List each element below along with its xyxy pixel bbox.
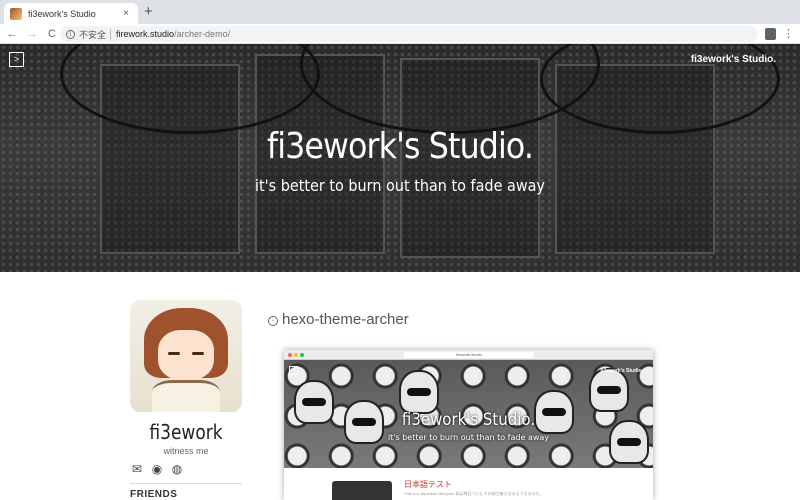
preview-post-title: 日本語テスト (404, 480, 452, 489)
address-bar[interactable]: i 不安全 firework.studio /archer-demo/ (60, 26, 758, 42)
post-title-link[interactable]: hexo-theme-archer (282, 311, 409, 328)
preview-url: firework.studio (404, 352, 534, 358)
preview-banner: > fi3ework's Studio. fi3ework's Studio. … (284, 360, 653, 468)
preview-site-name: fi3ework's Studio. (600, 368, 643, 374)
profile-name: fi3ework (149, 420, 223, 444)
back-button[interactable]: ← (4, 28, 20, 40)
site-name-link[interactable]: fi3ework's Studio. (691, 54, 776, 65)
friends-heading: FRIENDS (130, 489, 178, 500)
new-tab-button[interactable]: + (144, 4, 153, 20)
info-icon[interactable]: i (66, 29, 75, 39)
favicon-icon (10, 7, 22, 20)
menu-icon[interactable]: ⋮ (783, 28, 794, 40)
tab-title: fi3ework's Studio (28, 8, 96, 19)
post-preview-image: firework.studio > fi3ework's Studio. fi3… (284, 350, 653, 500)
preview-decoration (294, 353, 298, 357)
avatar-decoration (168, 352, 180, 355)
preview-subtitle: it's better to burn out than to fade awa… (387, 433, 550, 442)
url-host: firework.studio (116, 29, 175, 39)
preview-title: fi3ework's Studio. (401, 410, 536, 430)
divider (130, 483, 242, 484)
wechat-icon[interactable]: ◍ (170, 462, 184, 476)
reload-button[interactable]: C (44, 28, 60, 40)
browser-toolbar: ← → C i 不安全 firework.studio /archer-demo… (0, 24, 800, 44)
preview-thumbnail (332, 481, 392, 500)
github-icon[interactable]: ◉ (150, 462, 164, 476)
preview-browser-bar: firework.studio (284, 350, 653, 360)
avatar (130, 300, 242, 412)
profile-bio: witness me (163, 446, 209, 456)
site-banner: > fi3ework's Studio. fi3ework's Studio. … (0, 44, 800, 272)
browser-tab[interactable]: fi3ework's Studio × (4, 3, 138, 24)
site-title: fi3ework's Studio. (266, 126, 534, 167)
avatar-decoration (192, 352, 204, 355)
forward-button[interactable]: → (24, 28, 40, 40)
profile-icon[interactable] (765, 28, 776, 40)
social-links: ✉ ◉ ◍ (130, 462, 184, 476)
preview-decoration (589, 368, 629, 412)
security-label[interactable]: 不安全 (79, 28, 106, 41)
avatar-decoration (158, 330, 214, 380)
preview-toggle: > (289, 366, 298, 375)
preview-post-excerpt: This is a Japanese test post. 私は昨日ついにその助… (404, 491, 544, 496)
url-path: /archer-demo/ (174, 29, 231, 39)
preview-decoration (399, 370, 439, 414)
divider (110, 29, 112, 39)
email-icon[interactable]: ✉ (130, 462, 144, 476)
avatar-decoration (152, 380, 220, 412)
tab-strip: fi3ework's Studio × + (0, 0, 800, 24)
preview-decoration (288, 353, 292, 357)
sidebar-toggle-button[interactable]: > (9, 52, 24, 67)
site-subtitle: it's better to burn out than to fade awa… (255, 176, 545, 195)
collapse-icon[interactable]: − (268, 316, 278, 326)
close-icon[interactable]: × (120, 8, 132, 19)
preview-decoration (300, 353, 304, 357)
